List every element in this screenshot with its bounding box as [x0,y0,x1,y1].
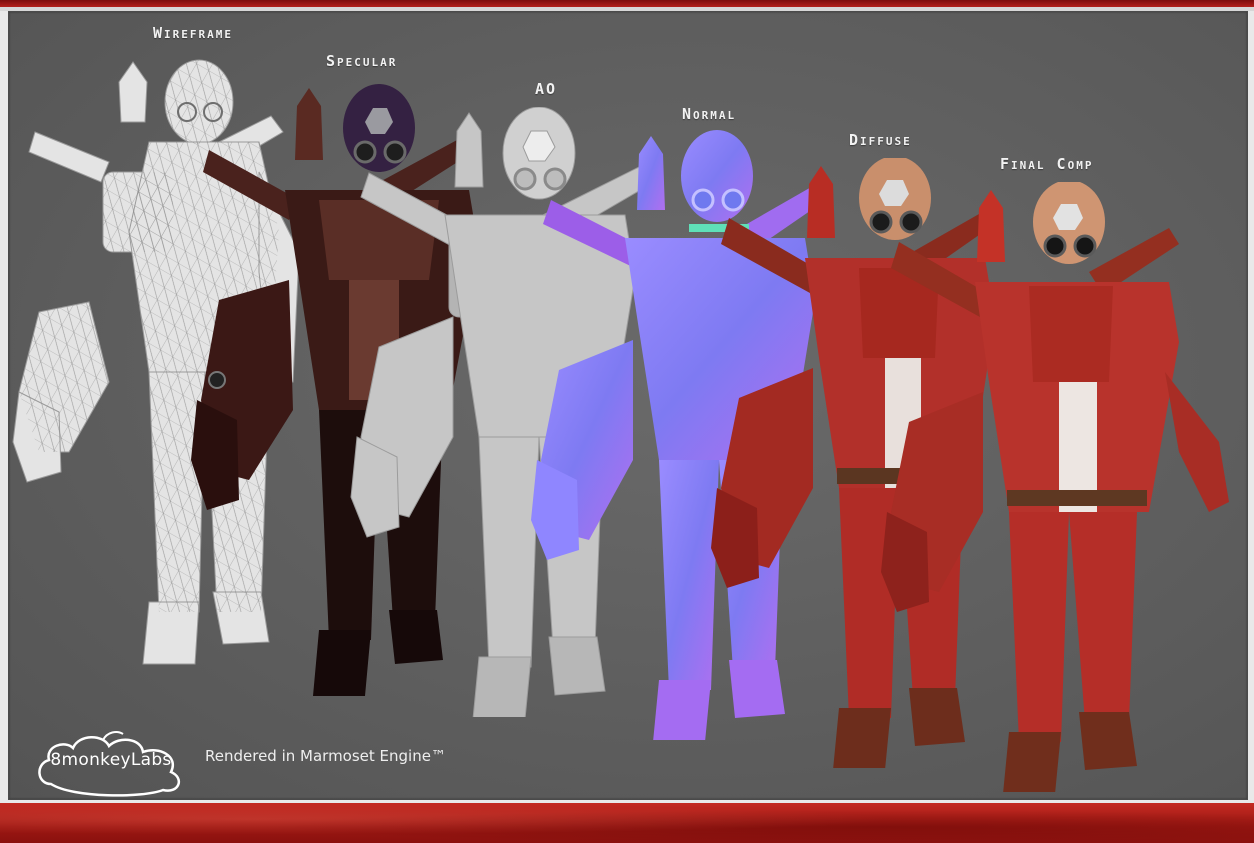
pass-label-wireframe: Wireframe [153,24,234,42]
pass-label-specular: Specular [326,52,398,70]
render-panel: Wireframe Specular AO Normal Diffuse Fin… [8,11,1248,800]
pass-label-final-comp: Final Comp [1000,155,1094,173]
8monkeylabs-logo: 8monkeyLabs [33,726,189,798]
logo-text: 8monkeyLabs [50,750,172,770]
render-engine-note: Rendered in Marmoset Engine™ [205,747,446,765]
pass-label-diffuse: Diffuse [849,131,912,149]
pass-label-normal: Normal [682,105,737,123]
bottom-red-border [0,803,1254,843]
top-red-border [0,0,1254,7]
final-comp-character [881,182,1229,792]
pass-label-ao: AO [535,80,558,98]
